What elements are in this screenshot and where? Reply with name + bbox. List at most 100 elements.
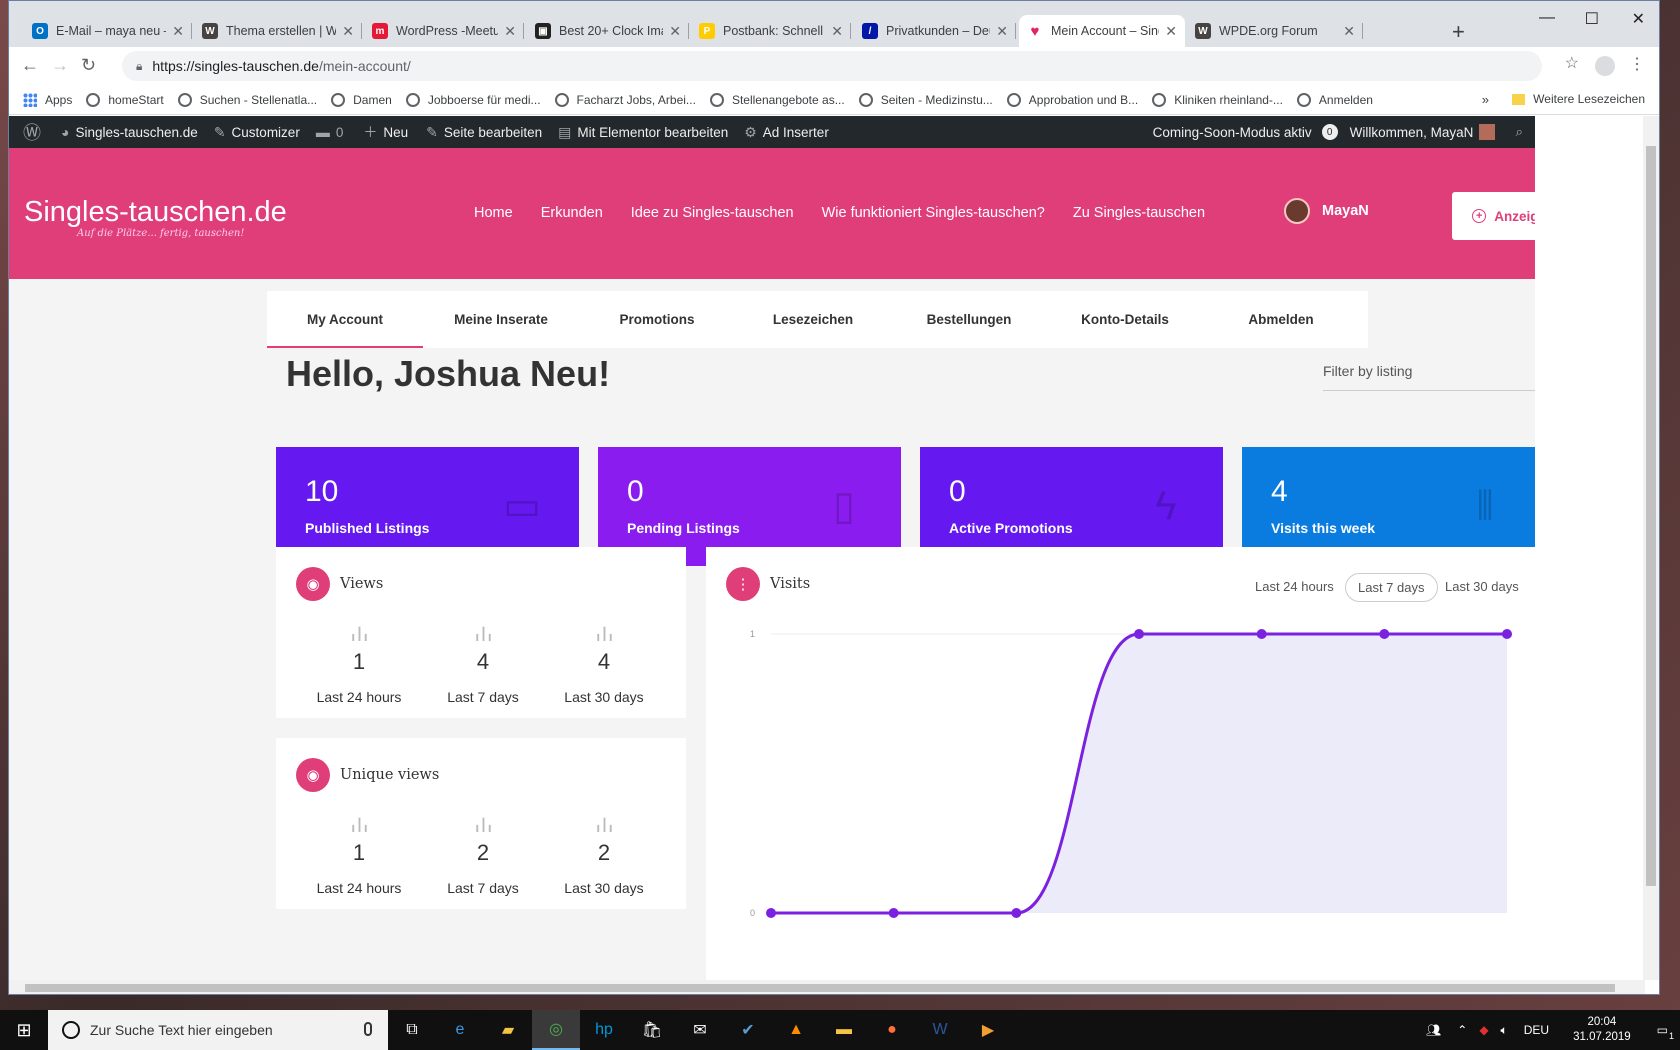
coming-soon-status[interactable]: Coming-Soon-Modus aktiv [1153,125,1312,140]
tab-7[interactable]: ♥ Mein Account – Singl ✕ [1019,15,1185,47]
new-tab-button[interactable]: + [1452,19,1465,45]
admin-comments-link[interactable]: ▬ 0 [316,124,344,140]
kpi-label: Last 7 days [447,689,519,705]
close-window-button[interactable]: ✕ [1632,9,1645,29]
maximize-button[interactable]: ☐ [1585,9,1599,29]
bookmark-item[interactable]: Facharzt Jobs, Arbei... [554,92,696,107]
account-tab[interactable]: Meine Inserate [423,291,579,348]
close-icon[interactable]: ✕ [831,23,843,40]
tab-3[interactable]: m WordPress -Meetup I ✕ [364,15,524,47]
close-icon[interactable]: ✕ [1343,23,1355,40]
bookmark-item[interactable]: Approbation und B... [1006,92,1138,107]
people-icon[interactable]: 👥︎ [1426,1023,1441,1037]
user-menu[interactable]: MayaN [1284,198,1369,224]
reload-icon[interactable]: ↻ [81,55,96,76]
nav-link[interactable]: Wie funktioniert Singles-tauschen? [822,205,1045,221]
nav-link[interactable]: Erkunden [541,205,603,221]
clock[interactable]: 20:04 31.07.2019 [1573,1015,1631,1045]
wordpress-logo-icon[interactable]: Ⓦ [23,119,47,145]
bookmark-item[interactable]: Stellenangebote as... [709,92,845,107]
back-arrow-icon[interactable]: ← [21,55,39,76]
tab-5[interactable]: P Postbank: Schnell und ✕ [691,15,851,47]
account-tab[interactable]: Lesezeichen [735,291,891,348]
profile-icon[interactable] [1595,56,1615,76]
task-view-icon[interactable]: ⧉ [388,1010,436,1050]
nav-link[interactable]: Zu Singles-tauschen [1073,205,1205,221]
account-tab[interactable]: Promotions [579,291,735,348]
nav-link[interactable]: Idee zu Singles-tauschen [631,205,794,221]
word-icon[interactable]: W [916,1010,964,1050]
bookmark-item[interactable]: homeStart [86,92,164,107]
app-check-icon[interactable]: ✔ [724,1010,772,1050]
bookmark-folder-other[interactable]: Weitere Lesezeichen [1512,92,1645,106]
close-icon[interactable]: ✕ [1165,23,1177,40]
notification-center-icon[interactable]: ▭ 1 [1657,1023,1674,1041]
bookmark-item[interactable]: Kliniken rheinland-... [1152,92,1283,107]
scrollbar-thumb[interactable] [1646,146,1656,886]
close-icon[interactable]: ✕ [172,23,184,40]
firefox-icon[interactable]: ● [868,1010,916,1050]
bookmark-item[interactable]: Damen [331,92,392,107]
vertical-scrollbar[interactable] [1643,116,1659,980]
bookmark-item[interactable]: Seiten - Medizinstu... [858,92,993,107]
admin-welcome-user[interactable]: Willkommen, MayaN [1350,125,1474,140]
forward-arrow-icon[interactable]: → [51,55,69,76]
search-icon[interactable]: ⌕ [1515,124,1523,140]
admin-customizer-link[interactable]: ✎ Customizer [214,124,300,141]
close-icon[interactable]: ✕ [342,23,354,40]
admin-edit-page-link[interactable]: ✎ Seite bearbeiten [426,124,542,141]
admin-avatar[interactable] [1479,124,1496,140]
tab-1[interactable]: O E-Mail – maya neu – I ✕ [24,15,192,47]
horizontal-scrollbar[interactable] [9,980,1645,994]
range-button[interactable]: Last 30 days [1433,573,1531,600]
language-indicator[interactable]: DEU [1524,1023,1549,1037]
account-tab[interactable]: Konto-Details [1047,291,1203,348]
chevron-up-icon[interactable]: ⌃ [1457,1023,1467,1037]
antivirus-icon[interactable]: ◆ [1479,1023,1488,1037]
bookmark-item[interactable]: Suchen - Stellenatla... [177,92,317,107]
file-explorer-icon[interactable]: ▰ [484,1010,532,1050]
tab-2[interactable]: W Thema erstellen | WP ✕ [194,15,362,47]
tab-8[interactable]: W WPDE.org Forum ✕ [1187,15,1363,47]
range-button[interactable]: Last 7 days [1345,573,1438,602]
speaker-icon[interactable]: 🔈︎ [1501,1023,1508,1038]
site-logo[interactable]: Singles-tauschen.de [24,196,287,229]
taskbar-search-input[interactable]: Zur Suche Text hier eingeben [48,1010,388,1050]
close-icon[interactable]: ✕ [996,23,1008,40]
range-button[interactable]: Last 24 hours [1243,573,1346,600]
bookmark-star-icon[interactable]: ☆ [1565,53,1579,73]
account-nav: My Account Meine Inserate Promotions Leseze… [267,291,1368,348]
address-bar[interactable]: 🔒︎ https://singles-tauschen.de/mein-acco… [122,51,1542,81]
menu-kebab-icon[interactable]: ⋮ [1629,54,1645,74]
store-icon[interactable]: 🛍︎ [628,1010,676,1050]
hp-icon[interactable]: hp [580,1010,628,1050]
nav-link[interactable]: Home [474,205,513,221]
account-tab[interactable]: My Account [267,291,423,348]
mail-icon[interactable]: ✉ [676,1010,724,1050]
admin-site-link[interactable]: ◕ Singles-tauschen.de [61,124,198,140]
post-listing-button[interactable]: + Anzeige aufgeben [1452,192,1535,240]
tab-4[interactable]: ▣ Best 20+ Clock Image ✕ [527,15,689,47]
close-icon[interactable]: ✕ [669,23,681,40]
account-tab[interactable]: Bestellungen [891,291,1047,348]
microphone-icon[interactable] [364,1022,372,1036]
tab-6[interactable]: / Privatkunden – Deuts ✕ [854,15,1016,47]
media-player-icon[interactable]: ▶ [964,1010,1012,1050]
admin-elementor-link[interactable]: ▤ Mit Elementor bearbeiten [558,124,728,141]
admin-new-link[interactable]: ＋ Neu [363,122,408,142]
chrome-icon[interactable]: ◎ [532,1010,580,1050]
admin-ad-inserter-link[interactable]: ⚙ Ad Inserter [744,124,829,141]
bookmark-item[interactable]: Jobboerse für medi... [405,92,541,107]
app-flame-icon[interactable]: ▲ [772,1010,820,1050]
minimize-button[interactable]: — [1539,9,1555,27]
windows-start-icon[interactable]: ⊞ [0,1010,48,1050]
bookmark-item[interactable]: Apps [23,92,72,107]
bookmark-item[interactable]: Anmelden [1296,92,1373,107]
edge-icon[interactable]: e [436,1010,484,1050]
close-icon[interactable]: ✕ [504,23,516,40]
folder-icon[interactable]: ▬ [820,1010,868,1050]
bookmarks-overflow-button[interactable]: » [1482,92,1489,107]
filter-by-listing-select[interactable]: Filter by listing ⌄ [1323,355,1535,391]
scrollbar-thumb[interactable] [25,984,1615,992]
account-tab[interactable]: Abmelden [1203,291,1359,348]
